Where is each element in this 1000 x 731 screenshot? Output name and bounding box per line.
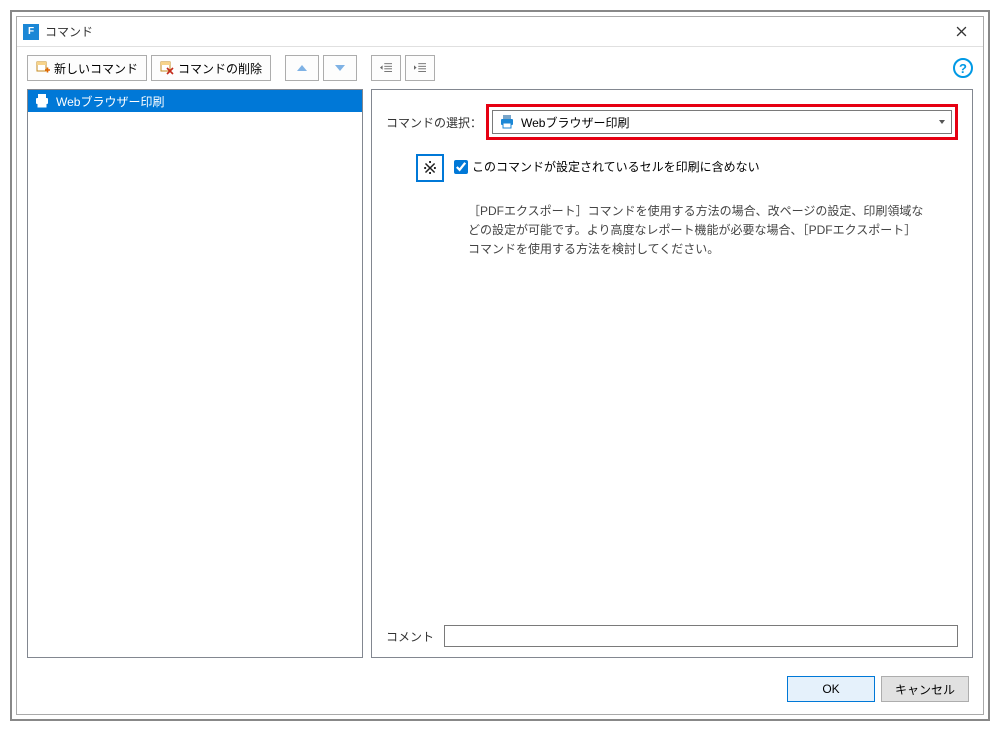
delete-command-label: コマンドの削除 <box>178 60 262 77</box>
delete-command-icon <box>160 61 174 75</box>
indent-button[interactable] <box>405 55 435 81</box>
move-up-button[interactable] <box>285 55 319 81</box>
triangle-down-icon <box>335 65 345 71</box>
close-button[interactable] <box>939 17 983 47</box>
dialog-footer: OK キャンセル <box>17 666 983 714</box>
command-select-row: コマンドの選択： Webブラウザー印刷 <box>386 104 958 140</box>
triangle-up-icon <box>297 65 307 71</box>
indent-icon <box>414 62 426 74</box>
outer-frame: F コマンド 新しいコマンド コマンドの削除 <box>10 10 990 721</box>
app-icon: F <box>23 24 39 40</box>
list-item[interactable]: Webブラウザー印刷 <box>28 90 362 112</box>
dialog-title: コマンド <box>45 23 939 40</box>
new-command-icon <box>36 61 50 75</box>
outdent-icon <box>380 62 392 74</box>
close-icon <box>956 26 967 37</box>
checkbox-row: ※ このコマンドが設定されているセルを印刷に含めない <box>386 154 958 182</box>
new-command-label: 新しいコマンド <box>54 60 138 77</box>
comment-label: コメント <box>386 628 438 645</box>
list-item-label: Webブラウザー印刷 <box>56 93 164 110</box>
comment-input[interactable] <box>444 625 958 647</box>
new-command-button[interactable]: 新しいコマンド <box>27 55 147 81</box>
help-button[interactable]: ? <box>953 58 973 78</box>
command-select[interactable]: Webブラウザー印刷 <box>492 110 952 134</box>
command-select-value: Webブラウザー印刷 <box>521 114 629 131</box>
outdent-button[interactable] <box>371 55 401 81</box>
exclude-from-print-input[interactable] <box>454 160 468 174</box>
command-list[interactable]: Webブラウザー印刷 <box>27 89 363 658</box>
move-down-button[interactable] <box>323 55 357 81</box>
comment-row: コメント <box>386 625 958 647</box>
toolbar: 新しいコマンド コマンドの削除 ? <box>17 47 983 89</box>
select-highlight: Webブラウザー印刷 <box>486 104 958 140</box>
ok-button[interactable]: OK <box>787 676 875 702</box>
dialog-window: F コマンド 新しいコマンド コマンドの削除 <box>16 16 984 715</box>
command-detail: コマンドの選択： Webブラウザー印刷 ※ <box>371 89 973 658</box>
printer-icon <box>499 115 515 129</box>
chevron-down-icon <box>939 120 945 124</box>
delete-command-button[interactable]: コマンドの削除 <box>151 55 271 81</box>
dialog-body: Webブラウザー印刷 コマンドの選択： Webブラウザー印刷 <box>17 89 983 666</box>
exclude-from-print-checkbox[interactable]: このコマンドが設定されているセルを印刷に含めない <box>454 158 760 175</box>
cancel-button[interactable]: キャンセル <box>881 676 969 702</box>
info-text: ［PDFエクスポート］コマンドを使用する方法の場合、改ページの設定、印刷領域など… <box>386 202 958 260</box>
printer-icon <box>34 94 50 108</box>
reference-mark-icon: ※ <box>416 154 444 182</box>
exclude-from-print-label: このコマンドが設定されているセルを印刷に含めない <box>472 158 760 175</box>
command-select-label: コマンドの選択： <box>386 114 486 131</box>
titlebar: F コマンド <box>17 17 983 47</box>
